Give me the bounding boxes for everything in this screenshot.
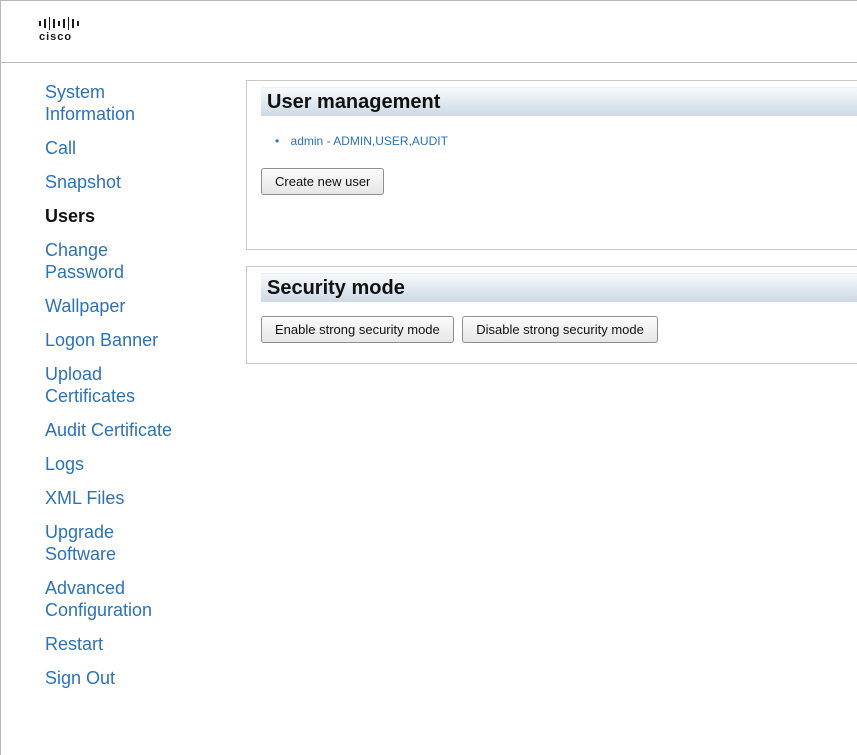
- cisco-logo: cisco: [39, 17, 80, 47]
- enable-strong-security-button[interactable]: Enable strong security mode: [261, 316, 454, 343]
- sidebar-item-advanced-configuration[interactable]: Advanced Configuration: [45, 577, 235, 621]
- sidebar-item-users[interactable]: Users: [45, 205, 235, 227]
- security-mode-title: Security mode: [261, 273, 857, 302]
- sidebar-item-xml-files[interactable]: XML Files: [45, 487, 235, 509]
- app-frame: cisco System Information Call Snapshot U…: [0, 0, 857, 755]
- sidebar-item-upgrade-software[interactable]: Upgrade Software: [45, 521, 235, 565]
- sidebar-item-logon-banner[interactable]: Logon Banner: [45, 329, 235, 351]
- user-management-panel: User management admin - ADMIN,USER,AUDIT…: [246, 80, 857, 250]
- sidebar-item-system-information[interactable]: System Information: [45, 81, 235, 125]
- user-list: admin - ADMIN,USER,AUDIT: [275, 134, 857, 148]
- sidebar-item-wallpaper[interactable]: Wallpaper: [45, 295, 235, 317]
- sidebar-item-sign-out[interactable]: Sign Out: [45, 667, 235, 689]
- sidebar-item-restart[interactable]: Restart: [45, 633, 235, 655]
- security-mode-panel: Security mode Enable strong security mod…: [246, 266, 857, 364]
- page-header: cisco: [1, 1, 857, 63]
- disable-strong-security-button[interactable]: Disable strong security mode: [462, 316, 658, 343]
- sidebar-nav: System Information Call Snapshot Users C…: [45, 81, 235, 701]
- sidebar-item-call[interactable]: Call: [45, 137, 235, 159]
- sidebar-item-change-password[interactable]: Change Password: [45, 239, 235, 283]
- list-item: admin - ADMIN,USER,AUDIT: [275, 134, 857, 148]
- create-new-user-button[interactable]: Create new user: [261, 168, 385, 195]
- sidebar-item-logs[interactable]: Logs: [45, 453, 235, 475]
- sidebar-item-audit-certificate[interactable]: Audit Certificate: [45, 419, 235, 441]
- user-link-admin[interactable]: admin - ADMIN,USER,AUDIT: [291, 134, 448, 148]
- user-management-title: User management: [261, 87, 857, 116]
- cisco-logo-icon: [39, 17, 80, 30]
- sidebar-item-upload-certificates[interactable]: Upload Certificates: [45, 363, 235, 407]
- sidebar-item-snapshot[interactable]: Snapshot: [45, 171, 235, 193]
- brand-name: cisco: [39, 31, 73, 43]
